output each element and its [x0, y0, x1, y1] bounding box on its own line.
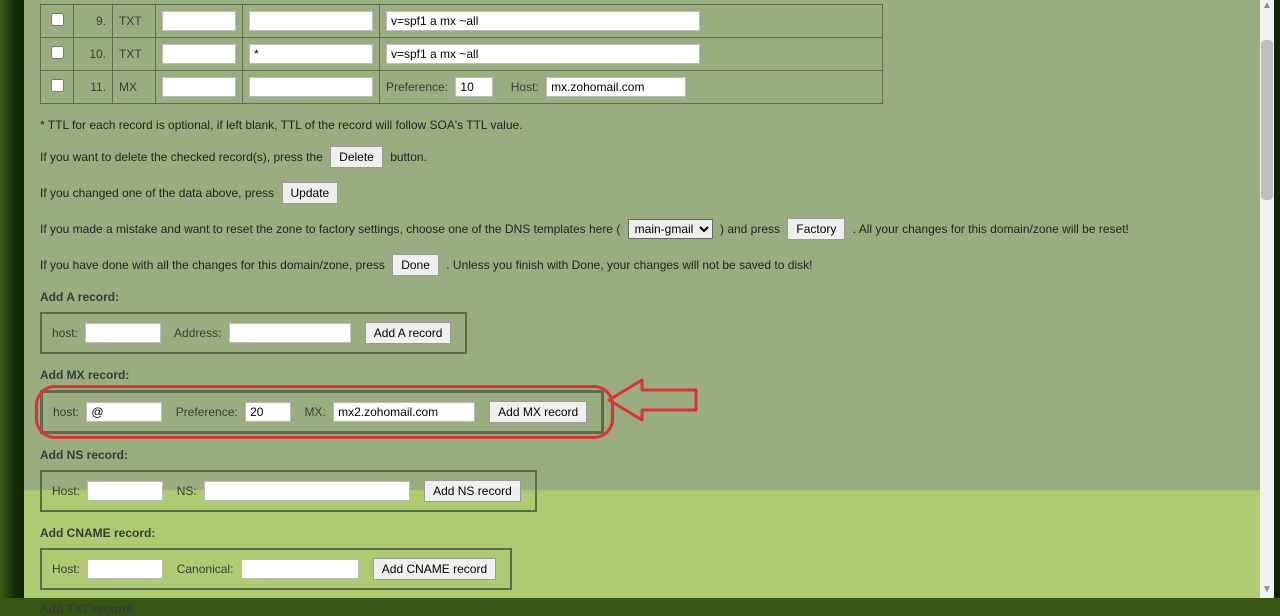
add-cname-button[interactable]: Add CNAME record: [373, 558, 496, 580]
mx-host-input[interactable]: [86, 402, 162, 422]
delete-note-pre: If you want to delete the checked record…: [40, 150, 323, 164]
scroll-thumb[interactable]: [1261, 40, 1273, 200]
add-ns-title: Add NS record:: [40, 448, 1244, 462]
row-checkbox[interactable]: [51, 79, 64, 92]
a-host-input[interactable]: [85, 323, 161, 343]
row-checkbox[interactable]: [51, 13, 64, 26]
ns-ns-label: NS:: [177, 484, 197, 498]
dns-records-table: 9. TXT 10. TXT 11. MX: [40, 4, 883, 104]
mx-mx-input[interactable]: [333, 402, 475, 422]
scroll-down-icon[interactable]: ▼: [1260, 584, 1274, 598]
mx-pref-input[interactable]: [245, 402, 291, 422]
delete-note-post: button.: [390, 150, 427, 164]
row-type: TXT: [113, 5, 156, 38]
cname-host-input[interactable]: [87, 559, 163, 579]
factory-note-pre: If you made a mistake and want to reset …: [40, 222, 620, 236]
template-select[interactable]: main-gmail: [628, 219, 713, 239]
row-checkbox[interactable]: [51, 46, 64, 59]
row-index: 10.: [74, 38, 113, 71]
row-field-b[interactable]: [249, 77, 373, 97]
row-type: TXT: [113, 38, 156, 71]
row-type: MX: [113, 71, 156, 104]
mx-host-label: host:: [53, 405, 79, 419]
row-index: 9.: [74, 5, 113, 38]
mx-host-input[interactable]: [546, 77, 686, 97]
done-button[interactable]: Done: [392, 254, 439, 276]
ns-host-label: Host:: [52, 484, 80, 498]
ttl-note: * TTL for each record is optional, if le…: [40, 118, 1244, 132]
a-host-label: host:: [52, 326, 78, 340]
a-address-input[interactable]: [229, 323, 351, 343]
update-note-pre: If you changed one of the data above, pr…: [40, 186, 274, 200]
cname-canon-input[interactable]: [241, 559, 359, 579]
delete-button[interactable]: Delete: [330, 146, 383, 168]
done-note-post: . Unless you finish with Done, your chan…: [446, 258, 812, 272]
ns-host-input[interactable]: [87, 481, 163, 501]
factory-note-post: . All your changes for this domain/zone …: [853, 222, 1129, 236]
row-index: 11.: [74, 71, 113, 104]
scrollbar[interactable]: ▲ ▼: [1259, 0, 1274, 598]
add-txt-title: Add TXT record:: [40, 602, 1244, 616]
add-a-title: Add A record:: [40, 290, 1244, 304]
scroll-up-icon[interactable]: ▲: [1260, 0, 1274, 14]
a-address-label: Address:: [174, 326, 221, 340]
right-border: [1274, 0, 1280, 598]
row-field-a[interactable]: [162, 44, 236, 64]
row-field-a[interactable]: [162, 11, 236, 31]
add-a-form: host: Address: Add A record: [40, 312, 467, 354]
update-button[interactable]: Update: [282, 182, 339, 204]
page: 9. TXT 10. TXT 11. MX: [24, 0, 1260, 598]
mx-host-label: Host:: [511, 80, 539, 94]
factory-note-mid: ) and press: [720, 222, 780, 236]
row-field-b[interactable]: [249, 44, 373, 64]
table-row: 10. TXT: [41, 38, 883, 71]
mx-pref-label: Preference:: [176, 405, 238, 419]
row-field-a[interactable]: [162, 77, 236, 97]
left-border: [0, 0, 24, 598]
cname-host-label: Host:: [52, 562, 80, 576]
mx-pref-input[interactable]: [455, 77, 493, 97]
table-row: 9. TXT: [41, 5, 883, 38]
add-cname-title: Add CNAME record:: [40, 526, 1244, 540]
add-mx-button[interactable]: Add MX record: [489, 401, 587, 423]
row-value-input[interactable]: [386, 11, 700, 31]
done-note-pre: If you have done with all the changes fo…: [40, 258, 385, 272]
add-mx-highlight: host: Preference: MX: Add MX record: [40, 390, 604, 434]
mx-mx-label: MX:: [304, 405, 325, 419]
add-cname-form: Host: Canonical: Add CNAME record: [40, 548, 512, 590]
add-a-button[interactable]: Add A record: [365, 322, 452, 344]
add-mx-form: host: Preference: MX: Add MX record: [40, 390, 604, 434]
cname-canon-label: Canonical:: [177, 562, 234, 576]
row-value-input[interactable]: [386, 44, 700, 64]
table-row: 11. MX Preference: Host:: [41, 71, 883, 104]
factory-button[interactable]: Factory: [787, 218, 845, 240]
ns-ns-input[interactable]: [204, 481, 410, 501]
row-field-b[interactable]: [249, 11, 373, 31]
mx-pref-label: Preference:: [386, 80, 448, 94]
add-ns-button[interactable]: Add NS record: [424, 480, 521, 502]
add-ns-form: Host: NS: Add NS record: [40, 470, 537, 512]
arrow-annotation-icon: [604, 374, 704, 426]
